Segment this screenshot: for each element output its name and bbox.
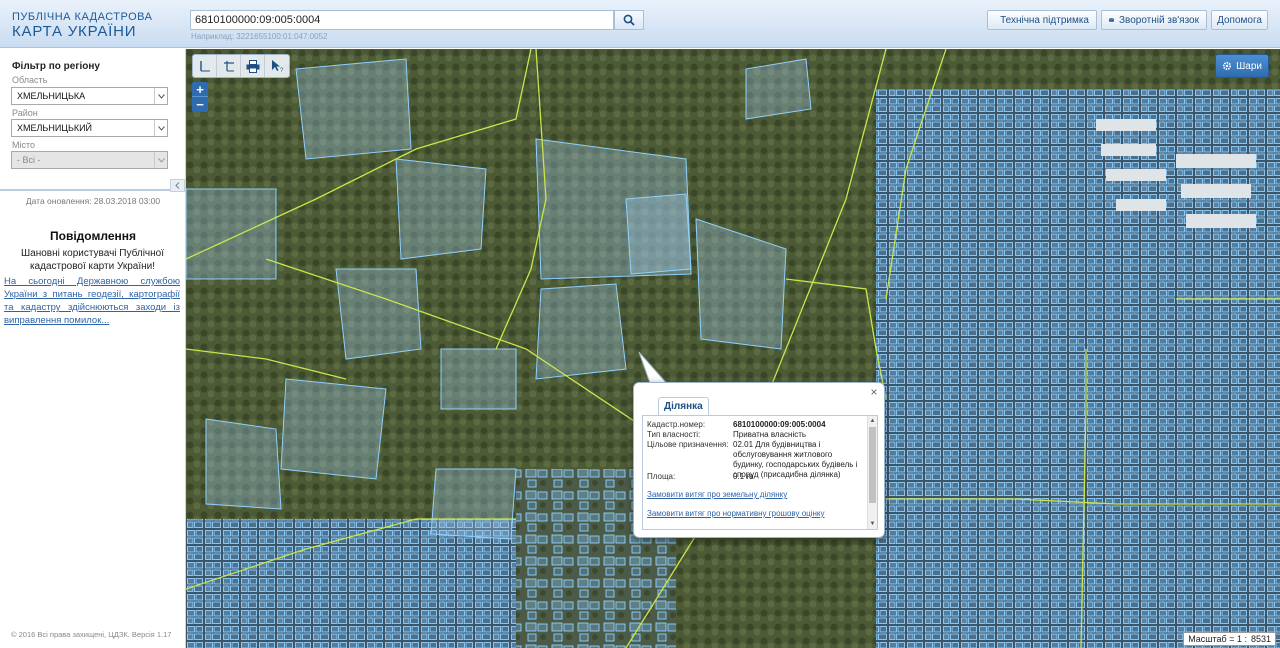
scale-value: 8531: [1250, 634, 1271, 644]
search-icon: [623, 14, 635, 26]
chevron-down-icon: [154, 88, 167, 104]
area-value: 0.1 га: [733, 472, 754, 481]
site-logo[interactable]: ПУБЛІЧНА КАДАСТРОВА КАРТА УКРАЇНИ: [12, 11, 153, 40]
purpose-label: Цільове призначення:: [647, 440, 729, 449]
ownership-value: Приватна власність: [733, 430, 807, 439]
update-date: Дата оновлення: 28.03.2018 03:00: [25, 196, 161, 206]
close-icon[interactable]: ×: [868, 386, 880, 398]
chevron-left-icon: [175, 182, 180, 189]
region-select[interactable]: ХМЕЛЬНИЦЬКА: [11, 87, 168, 105]
layers-button[interactable]: Шари: [1215, 54, 1269, 78]
chevron-down-icon: [154, 120, 167, 136]
scroll-down-icon[interactable]: ▼: [868, 519, 877, 529]
parcel-info-popup: × Ділянка Кадастр.номер: 6810100000:09:0…: [633, 382, 885, 538]
notice-body: Шановні користувачі Публічної кадастрово…: [21, 248, 164, 272]
logo-line1: ПУБЛІЧНА КАДАСТРОВА: [12, 11, 153, 23]
cadastral-label: Кадастр.номер:: [647, 420, 706, 429]
city-label: Місто: [12, 140, 36, 150]
region-label: Область: [12, 75, 48, 85]
collapse-sidebar-button[interactable]: [170, 179, 185, 192]
region-filter-panel: Фільтр по регіону Область ХМЕЛЬНИЦЬКА Ра…: [0, 49, 186, 191]
printer-icon: [246, 59, 259, 73]
pointer-info-icon: ?: [272, 60, 284, 73]
svg-text:?: ?: [280, 68, 284, 73]
header: ПУБЛІЧНА КАДАСТРОВА КАРТА УКРАЇНИ Наприк…: [0, 0, 1280, 48]
order-parcel-extract-link[interactable]: Замовити витяг про земельну ділянку: [647, 490, 787, 499]
city-select[interactable]: - Всі -: [11, 151, 168, 169]
notice-link[interactable]: На сьогодні Державною службою України з …: [4, 275, 180, 327]
scroll-up-icon[interactable]: ▲: [868, 416, 877, 426]
search-hint: Наприклад: 3221655100:01:047:0052: [191, 32, 328, 41]
search-input[interactable]: [190, 10, 614, 30]
ownership-label: Тип власності:: [647, 430, 701, 439]
area-label: Площа:: [647, 472, 676, 481]
cadastral-value: 6810100000:09:005:0004: [733, 420, 826, 429]
popup-pointer: [638, 352, 673, 386]
search-button[interactable]: [614, 10, 644, 30]
filter-title: Фільтр по регіону: [12, 61, 100, 72]
gear-icon: [1223, 61, 1232, 71]
zoom-in-button[interactable]: +: [192, 82, 208, 97]
district-value: ХМЕЛЬНИЦЬКИЙ: [17, 123, 93, 133]
district-label: Район: [12, 108, 38, 118]
copyright: © 2016 Всі права захищені, ЦДЗК. Версія …: [11, 630, 172, 639]
sidebar: Фільтр по регіону Область ХМЕЛЬНИЦЬКА Ра…: [0, 49, 186, 648]
order-valuation-extract-link[interactable]: Замовити витяг про нормативну грошову оц…: [647, 509, 825, 518]
feedback-button[interactable]: Зворотній зв'язок: [1101, 10, 1207, 30]
region-value: ХМЕЛЬНИЦЬКА: [17, 91, 86, 101]
measure-area-tool[interactable]: [217, 55, 241, 77]
city-value: - Всі -: [17, 155, 41, 165]
popup-scrollbar[interactable]: ▲ ▼: [867, 416, 877, 529]
support-button[interactable]: Технічна підтримка: [987, 10, 1097, 30]
info-tool[interactable]: ?: [265, 55, 289, 77]
chevron-down-icon: [154, 152, 167, 168]
scroll-thumb[interactable]: [869, 427, 876, 503]
zoom-control: + −: [192, 82, 208, 112]
logo-line2: КАРТА УКРАЇНИ: [12, 23, 137, 40]
parcel-details: Кадастр.номер: 6810100000:09:005:0004 Ти…: [642, 415, 878, 530]
measure-distance-tool[interactable]: [193, 55, 217, 77]
feedback-label: Зворотній зв'язок: [1118, 14, 1199, 26]
layers-label: Шари: [1236, 60, 1262, 72]
help-button[interactable]: Допомога: [1211, 10, 1268, 30]
map-toolbar: ?: [192, 54, 290, 78]
print-button[interactable]: [241, 55, 265, 77]
envelope-icon: [1109, 18, 1114, 22]
zoom-out-button[interactable]: −: [192, 97, 208, 112]
map-canvas[interactable]: ? + − Шари Масштаб = 1 : 8531: [186, 49, 1280, 648]
area-measure-icon: [223, 61, 234, 72]
tab-parcel[interactable]: Ділянка: [658, 397, 709, 415]
district-select[interactable]: ХМЕЛЬНИЦЬКИЙ: [11, 119, 168, 137]
satellite-map: [186, 49, 1280, 648]
scale-label: Масштаб = 1 :: [1188, 634, 1247, 644]
help-label: Допомога: [1217, 14, 1262, 26]
support-label: Технічна підтримка: [1000, 14, 1089, 26]
notice-title: Повідомлення: [50, 229, 136, 243]
map-scale: Масштаб = 1 : 8531: [1183, 632, 1276, 646]
ruler-icon: [199, 61, 210, 72]
